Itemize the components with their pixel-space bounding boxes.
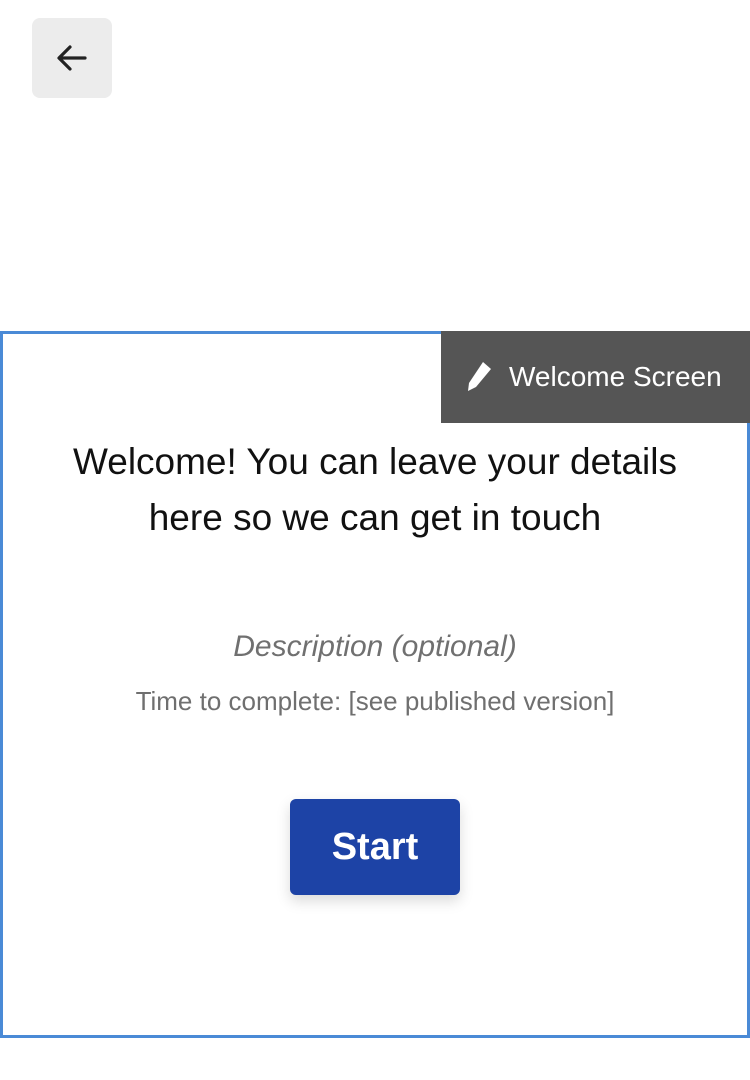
welcome-title[interactable]: Welcome! You can leave your details here…: [63, 434, 687, 546]
time-to-complete-text: Time to complete: [see published version…: [135, 686, 615, 716]
pencil-icon: [465, 360, 495, 394]
back-button[interactable]: [32, 18, 112, 98]
welcome-screen-block[interactable]: Welcome Screen Welcome! You can leave yo…: [0, 331, 750, 1038]
welcome-screen-tag-label: Welcome Screen: [509, 361, 722, 392]
arrow-left-icon: [56, 44, 88, 72]
start-button[interactable]: Start: [290, 799, 460, 895]
description-field[interactable]: Description (optional): [3, 630, 747, 664]
page: Welcome Screen Welcome! You can leave yo…: [0, 0, 750, 1080]
welcome-screen-tag[interactable]: Welcome Screen: [441, 331, 750, 423]
